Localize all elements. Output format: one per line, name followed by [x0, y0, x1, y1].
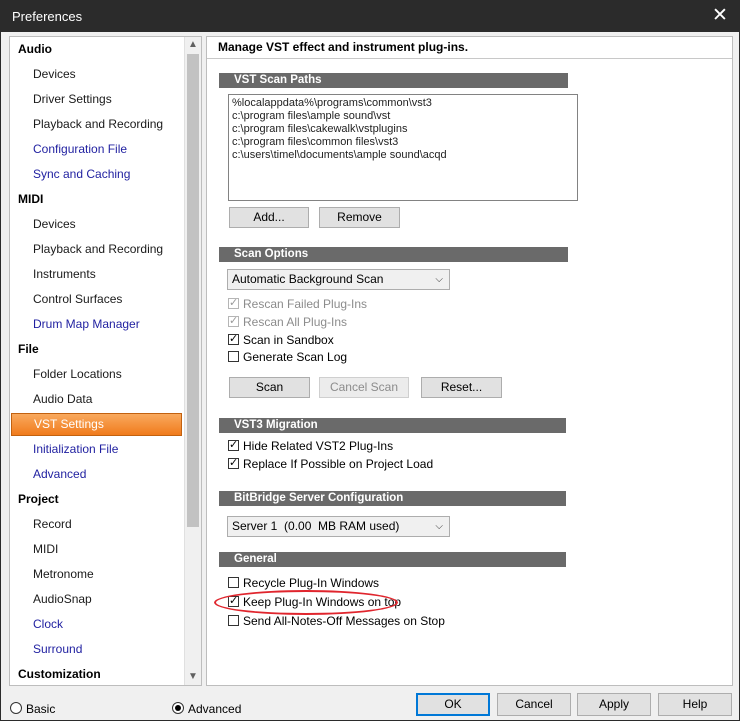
vst3-migration-header: VST3 Migration [219, 418, 566, 433]
sidebar-category-project[interactable]: Project [10, 487, 186, 512]
chevron-down-icon: ⌵ [435, 274, 443, 285]
sidebar-item-midi[interactable]: MIDI [10, 537, 186, 562]
sidebar-item-configuration-file[interactable]: Configuration File [10, 137, 186, 162]
check-icon: ✓ [229, 297, 239, 309]
window-title: Preferences [12, 9, 83, 24]
scan-button[interactable]: Scan [229, 377, 310, 398]
ok-button[interactable]: OK [416, 693, 490, 716]
sidebar-item-surround[interactable]: Surround [10, 637, 186, 662]
scan-path-item[interactable]: %localappdata%\programs\common\vst3 [232, 97, 574, 110]
sidebar-item-sync-and-caching[interactable]: Sync and Caching [10, 162, 186, 187]
sidebar-item-audiosnap[interactable]: AudioSnap [10, 587, 186, 612]
scan-paths-header: VST Scan Paths [219, 73, 568, 88]
panel-title: Manage VST effect and instrument plug-in… [218, 40, 469, 54]
preferences-dialog: Preferences ✕ Audio Devices Driver Setting… [0, 0, 740, 721]
sidebar-item-control-surfaces[interactable]: Control Surfaces [10, 287, 186, 312]
scan-paths-list[interactable]: %localappdata%\programs\common\vst3 c:\p… [228, 94, 578, 201]
scan-path-item[interactable]: c:\program files\cakewalk\vstplugins [232, 123, 574, 136]
add-path-button[interactable]: Add... [229, 207, 309, 228]
sidebar-category-midi[interactable]: MIDI [10, 187, 186, 212]
category-list: Audio Devices Driver Settings Playback and … [10, 37, 186, 685]
check-icon: ✓ [229, 315, 239, 327]
scrollbar-thumb[interactable] [187, 54, 199, 527]
scroll-down-icon[interactable]: ▼ [185, 669, 201, 685]
sidebar-item-playback-and-recording[interactable]: Playback and Recording [10, 112, 186, 137]
bitbridge-header: BitBridge Server Configuration [219, 491, 566, 506]
reset-button[interactable]: Reset... [421, 377, 502, 398]
scan-mode-value: Automatic Background Scan [232, 272, 384, 286]
close-icon[interactable]: ✕ [705, 4, 735, 28]
chevron-down-icon: ⌵ [435, 521, 443, 532]
check-icon: ✓ [229, 333, 239, 345]
general-header: General [219, 552, 566, 567]
sidebar-category-customization[interactable]: Customization [10, 662, 186, 685]
panel-header: Manage VST effect and instrument plug-in… [207, 37, 732, 59]
check-icon: ✓ [229, 457, 239, 469]
help-button[interactable]: Help [658, 693, 732, 716]
sidebar-item-clock[interactable]: Clock [10, 612, 186, 637]
sidebar-item-audio-data[interactable]: Audio Data [10, 387, 186, 412]
sidebar-item-devices[interactable]: Devices [10, 62, 186, 87]
sidebar-item-vst-settings[interactable]: VST Settings [11, 413, 182, 436]
sidebar-item-driver-settings[interactable]: Driver Settings [10, 87, 186, 112]
scan-options-header: Scan Options [219, 247, 568, 262]
scan-path-item[interactable]: c:\users\timel\documents\ample sound\acq… [232, 149, 574, 162]
check-icon: ✓ [229, 439, 239, 451]
scan-path-item[interactable]: c:\program files\common files\vst3 [232, 136, 574, 149]
scan-path-item[interactable]: c:\program files\ample sound\vst [232, 110, 574, 123]
sidebar-item-advanced[interactable]: Advanced [10, 462, 186, 487]
sidebar-item-initialization-file[interactable]: Initialization File [10, 437, 186, 462]
sidebar-item-record[interactable]: Record [10, 512, 186, 537]
cancel-scan-button[interactable]: Cancel Scan [319, 377, 409, 398]
scan-mode-dropdown[interactable]: Automatic Background Scan ⌵ [227, 269, 450, 290]
bitbridge-server-dropdown[interactable]: Server 1 (0.00 MB RAM used) ⌵ [227, 516, 450, 537]
tree-scrollbar[interactable]: ▲ ▼ [184, 37, 201, 685]
category-tree: Audio Devices Driver Settings Playback and … [9, 36, 202, 686]
sidebar-item-playback-and-recording[interactable]: Playback and Recording [10, 237, 186, 262]
title-bar: Preferences ✕ [1, 1, 739, 32]
remove-path-button[interactable]: Remove [319, 207, 400, 228]
sidebar-item-metronome[interactable]: Metronome [10, 562, 186, 587]
scroll-up-icon[interactable]: ▲ [185, 37, 201, 53]
sidebar-item-drum-map-manager[interactable]: Drum Map Manager [10, 312, 186, 337]
bitbridge-server-value: Server 1 (0.00 MB RAM used) [232, 519, 400, 533]
apply-button[interactable]: Apply [577, 693, 651, 716]
sidebar-category-audio[interactable]: Audio [10, 37, 186, 62]
sidebar-category-file[interactable]: File [10, 337, 186, 362]
sidebar-item-folder-locations[interactable]: Folder Locations [10, 362, 186, 387]
sidebar-item-devices[interactable]: Devices [10, 212, 186, 237]
cancel-button[interactable]: Cancel [497, 693, 571, 716]
sidebar-item-instruments[interactable]: Instruments [10, 262, 186, 287]
annotation-circle [214, 590, 398, 615]
